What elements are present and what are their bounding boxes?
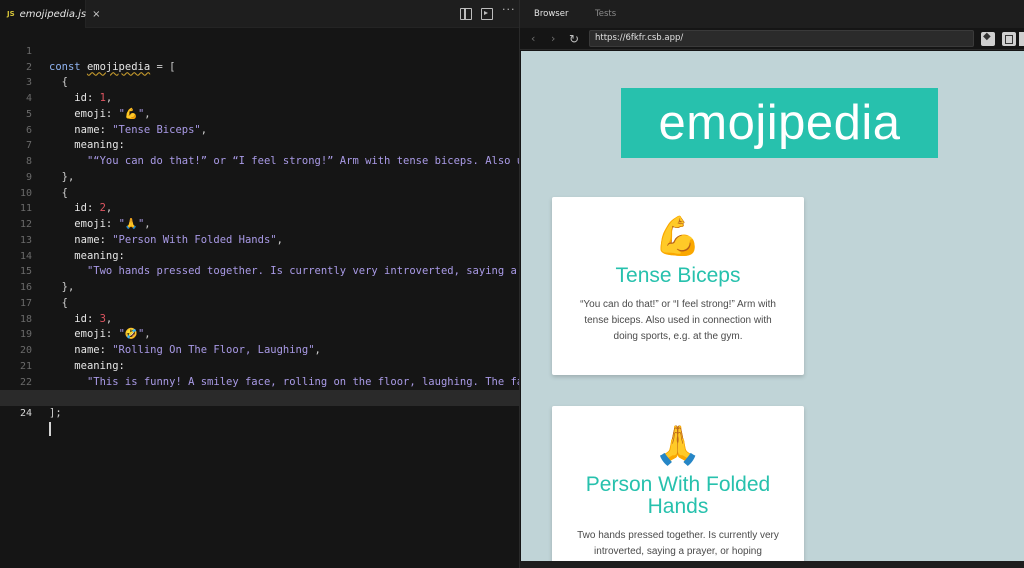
editor-tab-bar: JS emojipedia.js × ···: [0, 0, 519, 28]
card-title: Person With Folded Hands: [585, 473, 771, 518]
back-icon[interactable]: ‹: [531, 32, 535, 46]
file-tab-label: emojipedia.js: [19, 8, 87, 20]
code-line: 14 "Two hands pressed together. Is curre…: [0, 233, 519, 278]
biceps-emoji-icon: 💪: [654, 214, 702, 258]
more-options-icon[interactable]: ···: [502, 4, 515, 16]
line-number: 24: [19, 408, 32, 419]
code-line: 8 },: [0, 138, 519, 183]
code-line: 21 "This is funny! A smiley face, rollin…: [0, 343, 519, 388]
code-line: 13 meaning:: [0, 217, 519, 262]
emoji-card: 💪 Tense Biceps “You can do that!” or “I …: [552, 197, 804, 375]
code-line: 3 id: 1,: [0, 60, 519, 104]
browser-pane: Browser Tests ‹ › ↻ https://6fkfr.csb.ap…: [519, 0, 1024, 568]
js-file-icon: JS: [7, 10, 15, 18]
panel-toggle-icon[interactable]: [1019, 32, 1024, 46]
status-bar: [520, 561, 1024, 568]
file-tab-emojipedia[interactable]: JS emojipedia.js ×: [0, 0, 101, 28]
code-line: 11 emoji: "🙏",: [0, 186, 519, 230]
code-line: 2 {: [0, 44, 519, 89]
code-line: 5 name: "Tense Biceps",: [0, 91, 519, 136]
code-line: 7 "“You can do that!” or “I feel strong!…: [0, 123, 519, 167]
tab-browser[interactable]: Browser: [534, 0, 568, 28]
forward-icon[interactable]: ›: [551, 32, 555, 46]
code-line: 20 meaning:: [0, 327, 519, 372]
code-line: 15 },: [0, 249, 519, 293]
folded-hands-emoji-icon: 🙏: [654, 423, 702, 467]
code-line: 16 {: [0, 264, 519, 309]
close-icon[interactable]: ×: [92, 9, 100, 20]
browser-tab-bar: Browser Tests: [520, 0, 1024, 28]
browser-viewport[interactable]: emojipedia 💪 Tense Biceps “You can do th…: [521, 51, 1024, 561]
code-area[interactable]: 1 const emojipedia = [ 2 { 3 id: 1, 4 em…: [0, 28, 519, 436]
code-line: 12 name: "Person With Folded Hands",: [0, 201, 519, 246]
code-line: 19 name: "Rolling On The Floor, Laughing…: [0, 312, 519, 356]
code-line: 10 id: 2,: [0, 170, 519, 215]
code-line: 17 id: 3,: [0, 280, 519, 325]
code-line: 22 }: [0, 359, 519, 404]
code-editor[interactable]: JS emojipedia.js × ··· 1 const emojipedi…: [0, 0, 519, 568]
card-description: “You can do that!” or “I feel strong!” A…: [580, 299, 776, 342]
url-input[interactable]: https://6fkfr.csb.app/: [589, 30, 974, 47]
open-preview-icon[interactable]: [481, 8, 493, 20]
address-bar: ‹ › ↻ https://6fkfr.csb.app/: [520, 28, 1024, 50]
card-title: Tense Biceps: [615, 264, 741, 287]
code-line: 4 emoji: "💪",: [0, 75, 519, 120]
split-editor-icon[interactable]: [460, 8, 472, 20]
reload-icon[interactable]: ↻: [569, 32, 579, 46]
text-caret: [49, 421, 51, 436]
tab-tests[interactable]: Tests: [595, 0, 616, 28]
code-line: 1 const emojipedia = [: [0, 28, 519, 73]
code-line: 23 ];: [0, 375, 519, 419]
code-line: 18 emoji: "🤣",: [0, 296, 519, 341]
emoji-card: 🙏 Person With Folded Hands Two hands pre…: [552, 406, 804, 561]
code-line: 9 {: [0, 154, 519, 199]
card-description: Two hands pressed together. Is currently…: [577, 530, 779, 557]
code-line-current[interactable]: 24: [0, 390, 519, 436]
page-title: emojipedia: [621, 88, 938, 158]
devtools-icon[interactable]: [981, 31, 995, 46]
open-new-window-icon[interactable]: [1002, 32, 1016, 46]
code-line: 6 meaning:: [0, 107, 519, 152]
